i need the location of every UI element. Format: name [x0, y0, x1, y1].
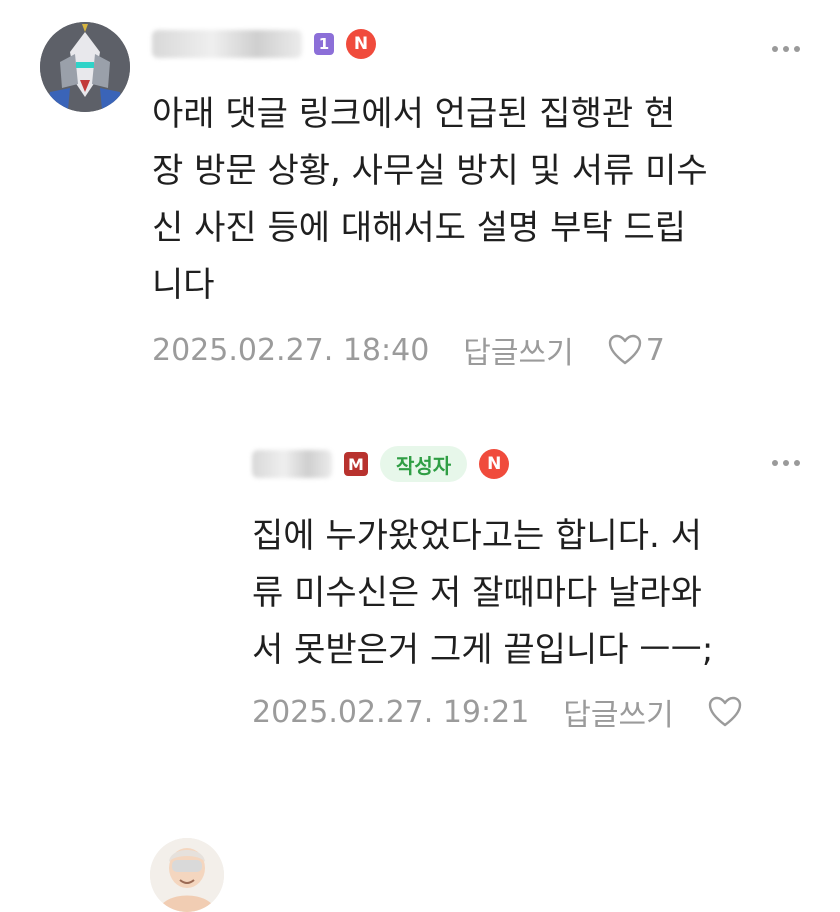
like-button[interactable]: 7 — [608, 333, 665, 368]
like-button[interactable] — [708, 696, 746, 728]
comment-timestamp: 2025.02.27. 18:40 — [152, 332, 430, 368]
comment-header: M 작성자 N — [252, 444, 510, 484]
more-dots-icon[interactable] — [772, 460, 800, 466]
username-blurred[interactable] — [152, 30, 302, 58]
level-badge: M — [344, 452, 368, 476]
reply-button[interactable]: 답글쓰기 — [563, 690, 673, 734]
new-badge: N — [479, 449, 510, 479]
like-count: 7 — [645, 332, 665, 368]
new-badge: N — [346, 29, 376, 59]
comment-meta: 2025.02.27. 18:40 답글쓰기 7 — [152, 328, 665, 372]
more-dots-icon[interactable] — [772, 46, 800, 52]
user-avatar[interactable] — [150, 838, 224, 912]
comment-header: 1 N — [152, 26, 376, 62]
comment-meta: 2025.02.27. 19:21 답글쓰기 — [252, 690, 746, 734]
author-tag: 작성자 — [380, 446, 468, 482]
reply-button[interactable]: 답글쓰기 — [463, 328, 573, 372]
level-badge: 1 — [314, 33, 334, 55]
comment-text: 집에 누가왔었다고는 합니다. 서 류 미수신은 저 잘때마다 날라와 서 못받… — [252, 516, 714, 670]
heart-outline-icon — [608, 334, 641, 365]
username-blurred[interactable] — [252, 450, 332, 478]
comment-timestamp: 2025.02.27. 19:21 — [252, 694, 530, 730]
heart-outline-icon — [708, 696, 741, 727]
user-avatar[interactable] — [40, 22, 130, 112]
comment-item: 1 N 아래 댓글 링크에서 언급된 집행관 현 장 방문 상황, 사무실 방치… — [0, 0, 840, 400]
reply-comment-item: M 작성자 N 집에 누가왔었다고는 합니다. 서 류 미수신은 저 잘때마다 … — [0, 400, 840, 912]
comment-text: 아래 댓글 링크에서 언급된 집행관 현 장 방문 상황, 사무실 방치 및 서… — [152, 94, 708, 305]
